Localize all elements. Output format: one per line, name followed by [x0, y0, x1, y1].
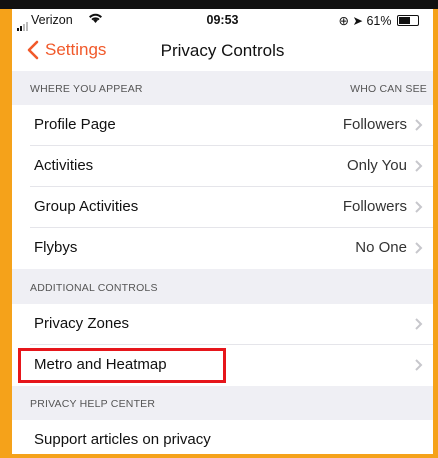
orange-frame: Verizon 09:53 ⊕ ➤ 61% Settings Privacy C… — [0, 0, 438, 458]
row-value: Followers — [342, 198, 407, 215]
row-label: Privacy Zones — [34, 315, 130, 332]
row-support-articles[interactable]: Support articles on privacy — [12, 420, 433, 454]
battery-icon — [397, 15, 419, 26]
section-title: ADDITIONAL CONTROLS — [30, 282, 158, 294]
top-edge — [0, 0, 438, 9]
phone-screen: Verizon 09:53 ⊕ ➤ 61% Settings Privacy C… — [12, 9, 433, 454]
navigation-bar: Settings Privacy Controls — [12, 31, 433, 71]
row-label: Profile Page — [34, 116, 116, 133]
section-title: PRIVACY HELP CENTER — [30, 398, 156, 410]
row-activities[interactable]: Activities Only You — [12, 146, 433, 187]
section-title: WHERE YOU APPEAR — [30, 83, 143, 95]
chevron-right-icon — [415, 201, 423, 213]
highlight-annotation-box — [18, 348, 226, 383]
section-header-additional-controls: ADDITIONAL CONTROLS — [12, 269, 433, 304]
battery-percent: 61% — [366, 14, 392, 28]
chevron-right-icon — [415, 359, 423, 371]
row-label: Flybys — [34, 239, 78, 256]
section-header-privacy-help-center: PRIVACY HELP CENTER — [12, 386, 433, 420]
row-label: Activities — [34, 157, 94, 174]
page-title: Privacy Controls — [160, 41, 285, 60]
chevron-right-icon — [415, 318, 423, 330]
row-value: Followers — [342, 116, 407, 133]
chevron-right-icon — [415, 119, 423, 131]
row-flybys[interactable]: Flybys No One — [12, 228, 433, 269]
status-right: ⊕ ➤ 61% — [339, 13, 419, 28]
screen-rotation-lock-icon: ⊕ — [338, 14, 350, 28]
row-value: Only You — [346, 157, 407, 174]
chevron-right-icon — [415, 242, 423, 254]
chevron-right-icon — [415, 160, 423, 172]
row-label: Group Activities — [34, 198, 139, 215]
row-value: No One — [355, 239, 407, 256]
row-privacy-zones[interactable]: Privacy Zones — [12, 304, 433, 345]
row-label: Support articles on privacy — [34, 431, 211, 448]
section-right-title: WHO CAN SEE — [350, 83, 427, 95]
row-profile-page[interactable]: Profile Page Followers — [12, 105, 433, 146]
section-header-where-you-appear: WHERE YOU APPEAR WHO CAN SEE — [12, 71, 433, 105]
location-arrow-icon: ➤ — [352, 14, 363, 28]
status-bar: Verizon 09:53 ⊕ ➤ 61% — [12, 9, 433, 31]
row-group-activities[interactable]: Group Activities Followers — [12, 187, 433, 228]
